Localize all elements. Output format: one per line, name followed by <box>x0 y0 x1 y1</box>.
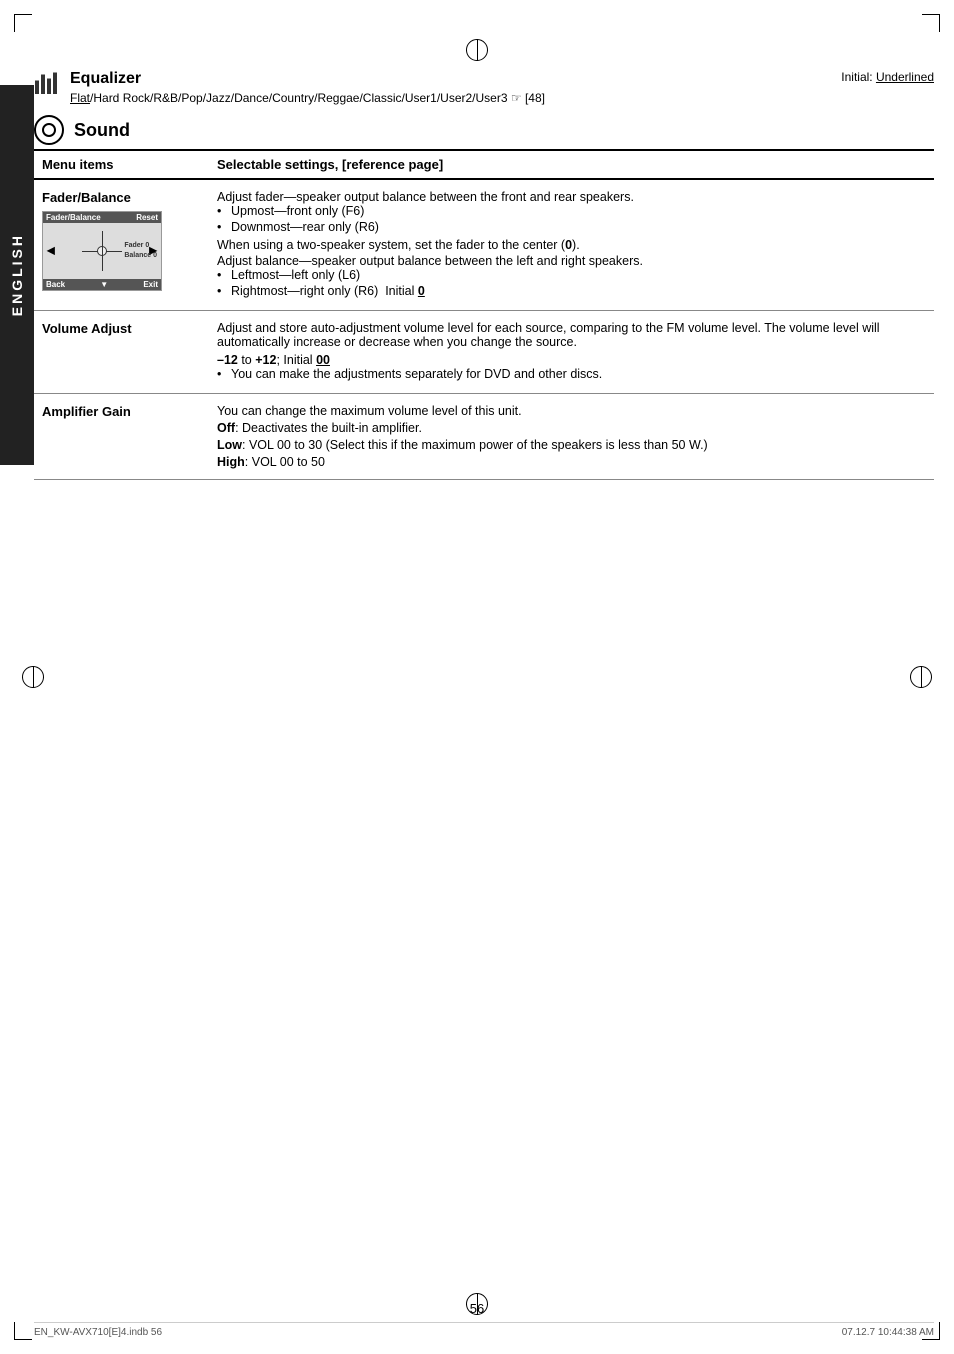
fader-left-arrow: ◀ <box>47 246 55 257</box>
table-row: Fader/Balance Fader/Balance Reset ◀ <box>34 179 934 311</box>
fader-circle <box>97 246 107 256</box>
col-menu-header: Menu items <box>34 150 209 179</box>
list-item: Upmost—front only (F6) <box>217 204 926 218</box>
volume-bullet-list: You can make the adjustments separately … <box>217 367 926 381</box>
eq-subtitle-flat: Flat <box>70 91 90 105</box>
list-item: Downmost—rear only (R6) <box>217 220 926 234</box>
initial-note: Initial: Underlined <box>841 70 934 84</box>
settings-volume: Adjust and store auto-adjustment volume … <box>209 311 934 394</box>
menu-item-volume: Volume Adjust <box>34 311 209 394</box>
fader-image: Fader/Balance Reset ◀ ▶ <box>42 211 162 291</box>
sound-icon-inner <box>42 123 56 137</box>
menu-item-amplifier: Amplifier Gain <box>34 394 209 480</box>
fader-header: Fader/Balance Reset <box>43 212 161 223</box>
col-settings-header: Selectable settings, [reference page] <box>209 150 934 179</box>
corner-mark-tl <box>14 14 32 32</box>
sound-icon <box>34 115 64 145</box>
table-row: Amplifier Gain You can change the maximu… <box>34 394 934 480</box>
footer: EN_KW-AVX710[E]4.indb 56 07.12.7 10:44:3… <box>34 1322 934 1338</box>
settings-amplifier: You can change the maximum volume level … <box>209 394 934 480</box>
eq-subtitle: Flat/Hard Rock/R&B/Pop/Jazz/Dance/Countr… <box>70 91 545 105</box>
eq-title: Equalizer <box>70 70 545 88</box>
fader-bullet-list: Upmost—front only (F6) Downmost—rear onl… <box>217 204 926 234</box>
table-row: Volume Adjust Adjust and store auto-adju… <box>34 311 934 394</box>
corner-mark-tr <box>922 14 940 32</box>
crosshair-top <box>466 39 488 61</box>
equalizer-icon <box>34 70 62 98</box>
list-item: You can make the adjustments separately … <box>217 367 926 381</box>
footer-left: EN_KW-AVX710[E]4.indb 56 <box>34 1327 162 1338</box>
eq-subtitle-rest: /Hard Rock/R&B/Pop/Jazz/Dance/Country/Re… <box>90 91 508 105</box>
fader-cross <box>82 231 122 271</box>
main-content: Equalizer Flat/Hard Rock/R&B/Pop/Jazz/Da… <box>34 70 934 1294</box>
initial-note-underlined: Underlined <box>876 70 934 84</box>
list-item: Leftmost—left only (L6) <box>217 268 926 282</box>
balance-bullet-list: Leftmost—left only (L6) Rightmost—right … <box>217 268 926 298</box>
corner-mark-bl <box>14 1322 32 1340</box>
settings-fader: Adjust fader—speaker output balance betw… <box>209 179 934 311</box>
fader-label: Fader/Balance <box>42 190 131 205</box>
sidebar: ENGLISH <box>0 85 34 465</box>
footer-right: 07.12.7 10:44:38 AM <box>842 1327 934 1338</box>
eq-title-block: Equalizer Flat/Hard Rock/R&B/Pop/Jazz/Da… <box>70 70 545 105</box>
eq-subtitle-ref: ☞ [48] <box>511 91 545 105</box>
eq-left: Equalizer Flat/Hard Rock/R&B/Pop/Jazz/Da… <box>34 70 545 105</box>
list-item: Rightmost—right only (R6) Initial 0 <box>217 284 926 298</box>
menu-item-fader: Fader/Balance Fader/Balance Reset ◀ <box>34 179 209 311</box>
sound-title: Sound <box>74 120 130 141</box>
fader-labels: Fader 0 Balance 0 <box>124 241 157 261</box>
fader-footer: Back ▼ Exit <box>43 279 161 290</box>
settings-table: Menu items Selectable settings, [referen… <box>34 149 934 480</box>
fader-body: ◀ ▶ Fader 0 Balance 0 <box>43 223 161 279</box>
page-number: 56 <box>470 1301 484 1316</box>
sound-section: Sound <box>34 115 934 145</box>
equalizer-header: Equalizer Flat/Hard Rock/R&B/Pop/Jazz/Da… <box>34 70 934 105</box>
sidebar-label: ENGLISH <box>9 233 25 316</box>
page: ENGLISH Equalizer <box>0 0 954 1354</box>
